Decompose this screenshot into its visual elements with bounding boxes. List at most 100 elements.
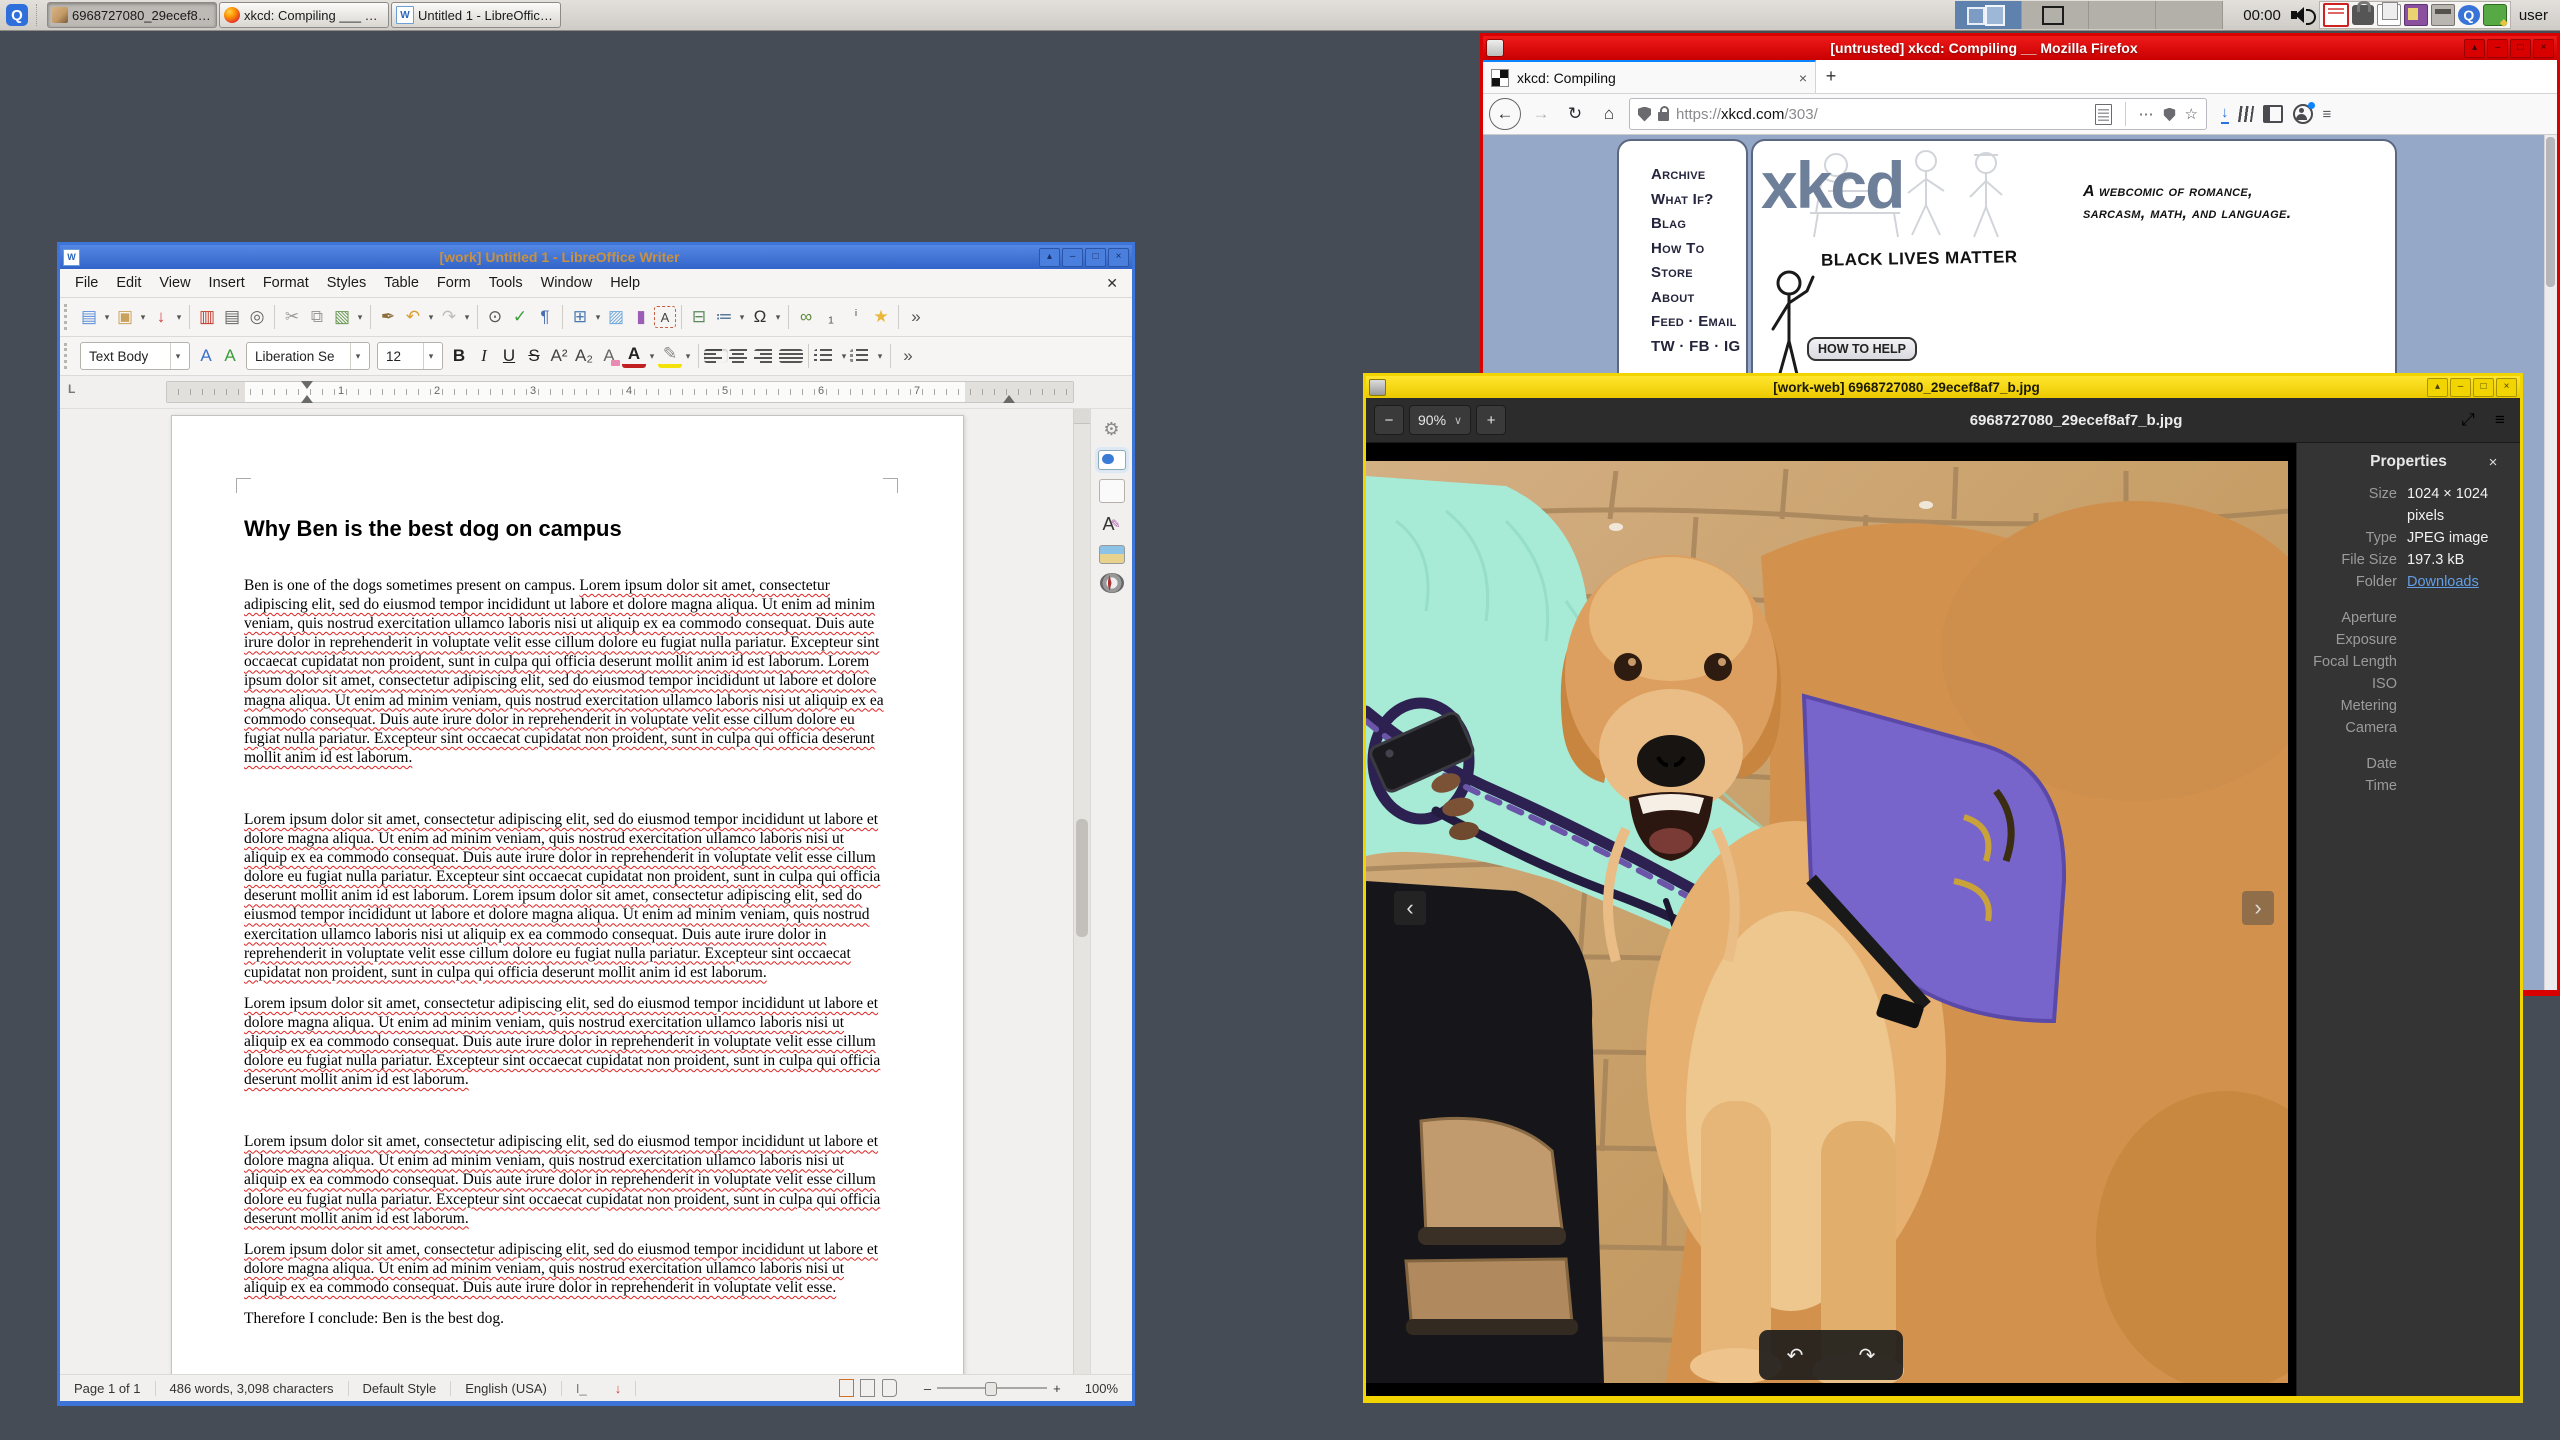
firefox-titlebar[interactable]: [untrusted] xkcd: Compiling __ Mozilla F… (1483, 36, 2557, 60)
print-preview-icon[interactable]: ◎ (245, 305, 269, 329)
menu-styles[interactable]: Styles (318, 272, 376, 294)
align-right-icon[interactable] (754, 349, 778, 363)
dropdown-caret-icon[interactable]: ▾ (426, 312, 436, 323)
chevron-down-icon[interactable]: ▾ (423, 343, 438, 369)
font-color-icon[interactable]: A (622, 344, 646, 368)
toolbar-overflow-icon[interactable]: » (896, 344, 920, 368)
zoom-out-icon[interactable]: – (924, 1381, 931, 1396)
page-style[interactable]: Default Style (349, 1380, 452, 1396)
account-icon[interactable] (2292, 102, 2315, 124)
tracking-shield-icon[interactable] (1638, 106, 1651, 122)
menu-view[interactable]: View (150, 272, 199, 294)
menu-help[interactable]: Help (601, 272, 649, 294)
redo-icon[interactable]: ↷ (437, 305, 461, 329)
protections-icon[interactable] (2163, 107, 2175, 121)
how-to-help-button[interactable]: HOW TO HELP (1807, 337, 1917, 361)
toolbar-grip[interactable] (64, 304, 72, 330)
page-count[interactable]: Page 1 of 1 (60, 1380, 156, 1396)
next-image-button[interactable]: › (2242, 891, 2274, 925)
battery-icon[interactable] (2482, 4, 2507, 26)
back-icon[interactable]: ← (1489, 98, 1521, 130)
taskbar-window-firefox[interactable]: xkcd: Compiling ___ Moz... (219, 2, 389, 28)
downloads-icon[interactable]: ↓ (2221, 104, 2229, 124)
right-indent-marker[interactable] (1003, 395, 1015, 403)
update-style-icon[interactable]: A (194, 344, 218, 368)
tab-xkcd[interactable]: xkcd: Compiling × (1483, 60, 1816, 93)
workspace-switcher[interactable] (1955, 1, 2224, 29)
close-button[interactable]: × (1108, 247, 1129, 267)
spelling-icon[interactable]: ✓ (508, 305, 532, 329)
indent-marker-top[interactable] (301, 381, 313, 389)
zoom-slider-knob[interactable] (985, 1382, 998, 1396)
vm-display-icon[interactable] (2322, 3, 2349, 27)
subscript-icon[interactable]: A₂ (572, 344, 596, 368)
insert-chart-icon[interactable]: ▮ (629, 305, 653, 329)
superscript-icon[interactable]: A² (547, 344, 571, 368)
library-icon[interactable] (2237, 106, 2254, 122)
clone-formatting-icon[interactable]: ✒ (376, 305, 400, 329)
app-menu-button[interactable]: Q (2, 2, 32, 28)
cut-icon[interactable]: ✂ (280, 305, 304, 329)
menu-insert[interactable]: Insert (200, 272, 254, 294)
new-style-icon[interactable]: A (218, 344, 242, 368)
align-left-icon[interactable] (704, 349, 728, 363)
folder-link[interactable]: Downloads (2407, 571, 2479, 593)
dropdown-caret-icon[interactable]: ▾ (102, 312, 112, 323)
insert-field-icon[interactable]: ≔ (712, 305, 736, 329)
disk-space-icon[interactable] (2430, 4, 2455, 26)
endnote-icon[interactable]: ⁱ (844, 305, 868, 329)
menu-edit[interactable]: Edit (107, 272, 150, 294)
scrollbar-top-button[interactable] (1074, 409, 1090, 424)
font-size-combo[interactable]: 12 ▾ (377, 342, 443, 370)
shade-button[interactable]: ▴ (2464, 38, 2485, 58)
minimize-button[interactable]: – (2487, 38, 2508, 58)
app-menu-icon[interactable]: ≡ (2323, 106, 2332, 123)
devices-icon[interactable] (2403, 4, 2428, 26)
url-bar[interactable]: https://xkcd.com/303/ ⋯ ☆ (1629, 98, 2207, 130)
forward-icon[interactable]: → (1527, 100, 1555, 128)
strikethrough-icon[interactable]: S (522, 344, 546, 368)
dropdown-caret-icon[interactable]: ▾ (355, 312, 365, 323)
hyperlink-icon[interactable]: ∞ (794, 305, 818, 329)
volume-icon[interactable] (2290, 7, 2316, 25)
copy-icon[interactable]: ⧉ (305, 305, 329, 329)
save-icon[interactable]: ↓ (149, 305, 173, 329)
font-name-combo[interactable]: Liberation Se ▾ (246, 342, 370, 370)
bullet-list-icon[interactable] (814, 349, 838, 363)
lock-icon[interactable] (1658, 106, 1669, 121)
bookmark-star-icon[interactable]: ☆ (2185, 105, 2198, 123)
xkcd-menu-what-if[interactable]: What If? (1651, 188, 1746, 213)
underline-icon[interactable]: U (497, 344, 521, 368)
undo-icon[interactable]: ↶ (401, 305, 425, 329)
shade-button[interactable]: ▴ (1039, 247, 1060, 267)
clipboard-icon[interactable] (2376, 2, 2401, 26)
formatting-marks-icon[interactable]: ¶ (533, 305, 557, 329)
taskbar-window-writer[interactable]: W Untitled 1 - LibreOffice W... (391, 2, 561, 28)
sidebar-settings-icon[interactable]: ⚙ (1100, 417, 1124, 441)
footnote-icon[interactable]: ₁ (819, 305, 843, 329)
print-icon[interactable]: ▤ (220, 305, 244, 329)
sidebar-navigator-icon[interactable] (1099, 573, 1124, 593)
dropdown-caret-icon[interactable]: ▾ (737, 312, 747, 323)
document-page[interactable]: Why Ben is the best dog on campus Ben is… (171, 415, 964, 1374)
workspace-2[interactable] (2022, 1, 2090, 29)
insert-textbox-icon[interactable]: A (654, 306, 676, 328)
tab-stop-selector[interactable]: L (68, 382, 75, 396)
chevron-down-icon[interactable]: ▾ (170, 343, 185, 369)
xkcd-menu-about[interactable]: About (1651, 286, 1746, 311)
minimize-button[interactable]: – (1062, 247, 1083, 267)
url-text[interactable]: https://xkcd.com/303/ (1676, 106, 2088, 123)
xkcd-menu-feed-email[interactable]: Feed · Email (1651, 310, 1746, 335)
clear-formatting-icon[interactable]: A (597, 344, 621, 368)
reload-icon[interactable]: ↻ (1561, 100, 1589, 128)
new-tab-button[interactable]: + (1816, 60, 1846, 93)
dropdown-caret-icon[interactable]: ▾ (839, 351, 849, 362)
xkcd-menu-store[interactable]: Store (1651, 261, 1746, 286)
viewer-titlebar[interactable]: [work-web] 6968727080_29ecef8af7_b.jpg ▴… (1366, 376, 2520, 398)
paragraph-style-combo[interactable]: Text Body ▾ (80, 342, 190, 370)
close-icon[interactable]: × (2480, 454, 2506, 471)
maximize-button[interactable]: □ (1085, 247, 1106, 267)
bold-icon[interactable]: B (447, 344, 471, 368)
maximize-button[interactable]: □ (2473, 377, 2494, 397)
home-icon[interactable]: ⌂ (1595, 100, 1623, 128)
